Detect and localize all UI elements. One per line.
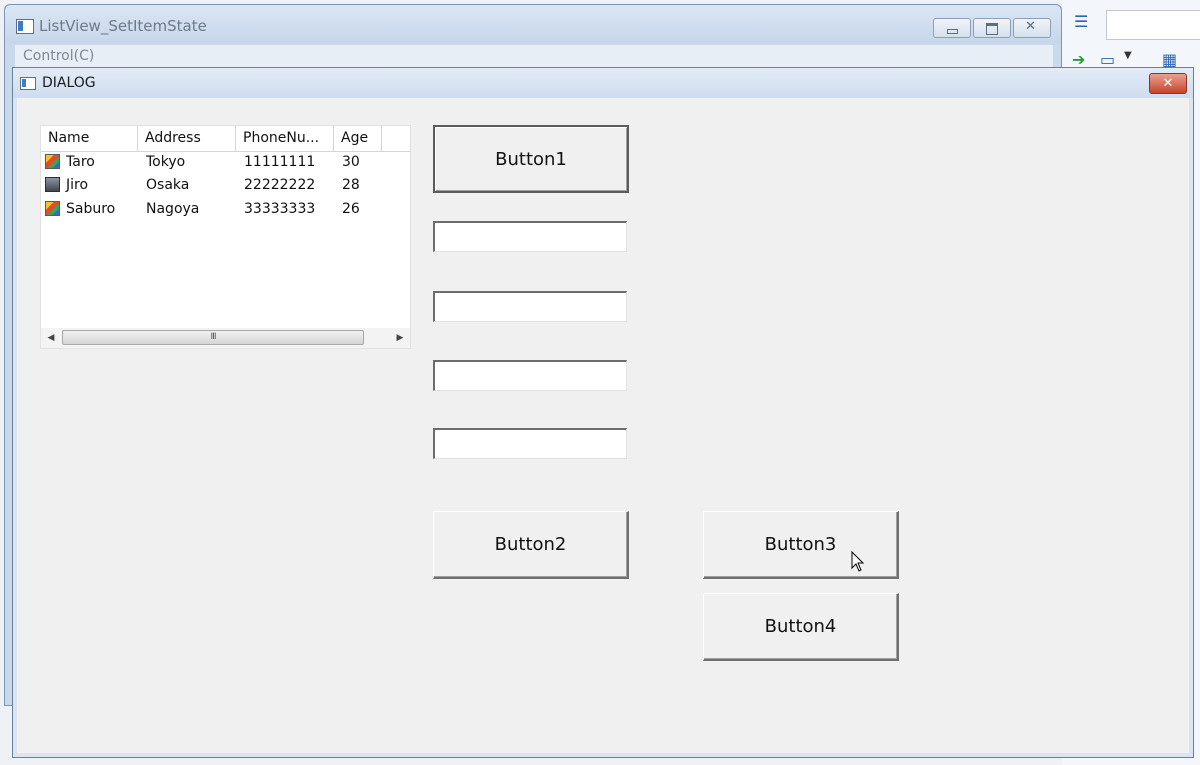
toolbar-combo[interactable] [1106,10,1200,40]
cell-phone: 33333333 [244,201,316,217]
edit-icon [45,201,60,216]
cell-age: 26 [342,201,360,217]
dialog-title: DIALOG [42,75,96,91]
list-header: Name Address PhoneNu... Age [41,126,410,152]
chevron-down-icon[interactable]: ▼ [1124,50,1132,61]
parent-titlebar: ListView_SetItemState [5,5,1061,43]
cell-address: Tokyo [146,154,186,170]
column-header-name[interactable]: Name [41,126,138,151]
column-header-age[interactable]: Age [334,126,382,151]
menu-item-control[interactable]: Control(C) [23,48,94,64]
cell-name: Taro [66,154,95,170]
cell-phone: 11111111 [244,154,316,170]
mouse-cursor-icon [851,551,865,572]
parent-menubar: Control(C) [14,44,1054,68]
scroll-left-icon[interactable]: ◀ [43,330,59,346]
cell-phone: 22222222 [244,177,316,193]
minimize-icon[interactable] [933,18,971,38]
parent-window-title: ListView_SetItemState [39,17,207,35]
close-icon[interactable] [1013,18,1051,38]
cell-address: Osaka [146,177,190,193]
scroll-right-icon[interactable]: ▶ [392,330,408,346]
parent-caption-buttons [933,18,1051,38]
restore-icon[interactable] [973,18,1011,38]
dialog-titlebar: DIALOG ✕ [13,68,1193,98]
dialog-client-area: Name Address PhoneNu... Age Taro Tokyo 1… [17,98,1189,753]
list-item[interactable]: Jiro Osaka 22222222 28 [41,174,410,197]
edit-icon [45,154,60,169]
cell-name: Saburo [66,201,116,217]
button3[interactable]: Button3 [703,511,899,579]
cell-age: 30 [342,154,360,170]
edit-field-4[interactable] [433,428,627,459]
edit-field-3[interactable] [433,360,627,391]
dialog-window: DIALOG ✕ Name Address PhoneNu... Age Tar… [12,67,1194,758]
column-header-address[interactable]: Address [138,126,236,151]
list-item[interactable]: Taro Tokyo 11111111 30 [41,151,410,174]
edit-field-2[interactable] [433,291,627,322]
edit-field-1[interactable] [433,221,627,252]
close-icon: ✕ [1162,76,1174,91]
list-view[interactable]: Name Address PhoneNu... Age Taro Tokyo 1… [40,125,411,349]
dialog-window-icon [20,77,36,90]
button1[interactable]: Button1 [433,125,629,193]
list-item[interactable]: Saburo Nagoya 33333333 26 [41,198,410,221]
dialog-close-button[interactable]: ✕ [1149,73,1187,94]
cell-address: Nagoya [146,201,200,217]
button2[interactable]: Button2 [433,511,629,579]
app-window-icon [16,19,34,34]
horizontal-scrollbar[interactable]: ◀ III ▶ [41,328,410,348]
column-header-phone[interactable]: PhoneNu... [236,126,334,151]
scrollbar-thumb[interactable]: III [62,330,364,345]
button4[interactable]: Button4 [703,593,899,661]
cell-age: 28 [342,177,360,193]
cell-name: Jiro [66,177,89,193]
list-indent-icon[interactable]: ☰ [1074,12,1088,31]
photo-icon [45,177,60,192]
